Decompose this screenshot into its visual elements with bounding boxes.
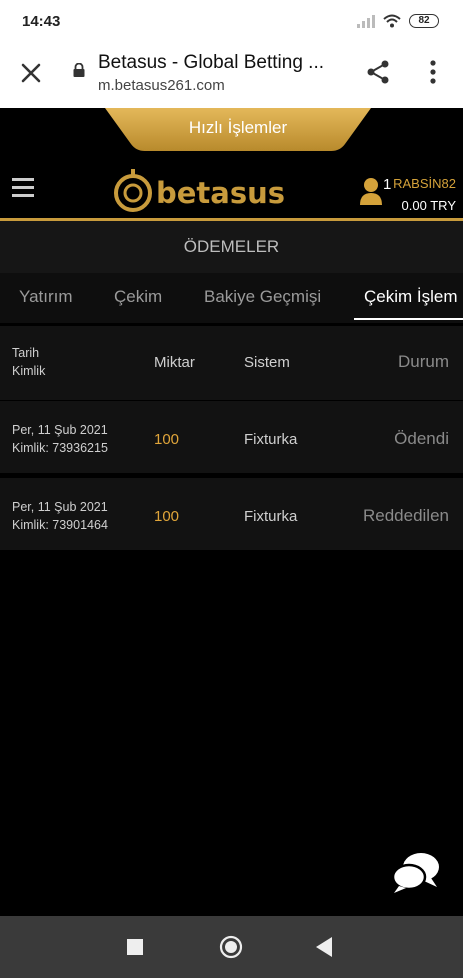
- betasus-logo[interactable]: betasus: [114, 165, 289, 215]
- quick-actions-label[interactable]: Hızlı İşlemler: [105, 118, 371, 138]
- header-id: Kimlik: [12, 364, 46, 378]
- share-icon[interactable]: [364, 58, 392, 86]
- close-icon[interactable]: [18, 60, 44, 86]
- hamburger-icon[interactable]: [12, 178, 34, 200]
- row-system: Fixturka: [244, 508, 298, 525]
- page-url[interactable]: m.betasus261.com: [98, 77, 225, 94]
- more-vert-icon[interactable]: [424, 58, 442, 86]
- user-icon[interactable]: [360, 177, 382, 205]
- table-row[interactable]: Per, 11 Şub 2021 Kimlik: 73901464 100 Fi…: [0, 478, 463, 550]
- page-title[interactable]: Betasus - Global Betting ...: [98, 52, 342, 74]
- row-date: Per, 11 Şub 2021: [12, 500, 108, 514]
- system-nav-bar: [0, 916, 463, 978]
- tab-withdraw-transactions[interactable]: Çekim İşlem: [364, 287, 458, 307]
- row-amount: 100: [154, 431, 180, 448]
- table-row[interactable]: Per, 11 Şub 2021 Kimlik: 73936215 100 Fi…: [0, 401, 463, 473]
- row-system: Fixturka: [244, 431, 298, 448]
- home-icon[interactable]: [219, 935, 243, 959]
- header-status: Durum: [397, 352, 449, 371]
- table-header: Tarih Kimlik Miktar Sistem Durum: [0, 326, 463, 400]
- header-amount: Miktar: [154, 354, 195, 371]
- back-icon[interactable]: [316, 937, 332, 957]
- logo-text: betasus: [156, 176, 285, 210]
- signal-icon: [357, 14, 375, 28]
- tab-balance-history[interactable]: Bakiye Geçmişi: [204, 287, 321, 307]
- row-amount: 100: [154, 508, 180, 525]
- recents-icon[interactable]: [127, 939, 143, 955]
- row-date: Per, 11 Şub 2021: [12, 423, 108, 437]
- row-status: Ödendi: [394, 429, 449, 448]
- header-system: Sistem: [244, 354, 290, 371]
- user-balance: 0.00 TRY: [401, 198, 456, 213]
- user-count: 1: [383, 176, 392, 193]
- section-title: ÖDEMELER: [183, 237, 280, 256]
- wifi-icon: [383, 14, 401, 28]
- username[interactable]: RABSİN82: [393, 176, 456, 191]
- active-tab-indicator: [354, 318, 463, 320]
- chat-icon[interactable]: [391, 851, 441, 895]
- row-id: Kimlik: 73936215: [12, 441, 108, 455]
- tab-withdraw[interactable]: Çekim: [114, 287, 162, 307]
- page-content: Hızlı İşlemler betasus 1 RABSİN82 0.00 T…: [0, 108, 463, 916]
- site-header: betasus 1 RABSİN82 0.00 TRY: [0, 151, 463, 219]
- status-icons: 82: [357, 14, 439, 28]
- row-status: Reddedilen: [362, 506, 449, 525]
- battery-indicator: 82: [409, 14, 439, 28]
- payment-tabs: Yatırım Çekim Bakiye Geçmişi Çekim İşlem: [0, 273, 463, 323]
- payments-section-header: ÖDEMELER: [0, 221, 463, 273]
- header-date: Tarih: [12, 346, 40, 360]
- row-id: Kimlik: 73901464: [12, 518, 108, 532]
- browser-toolbar: Betasus - Global Betting ... m.betasus26…: [0, 44, 463, 108]
- tab-deposit[interactable]: Yatırım: [19, 287, 73, 307]
- status-time: 14:43: [22, 13, 61, 30]
- lock-icon: [73, 63, 85, 77]
- status-bar: 14:43 82: [0, 0, 463, 44]
